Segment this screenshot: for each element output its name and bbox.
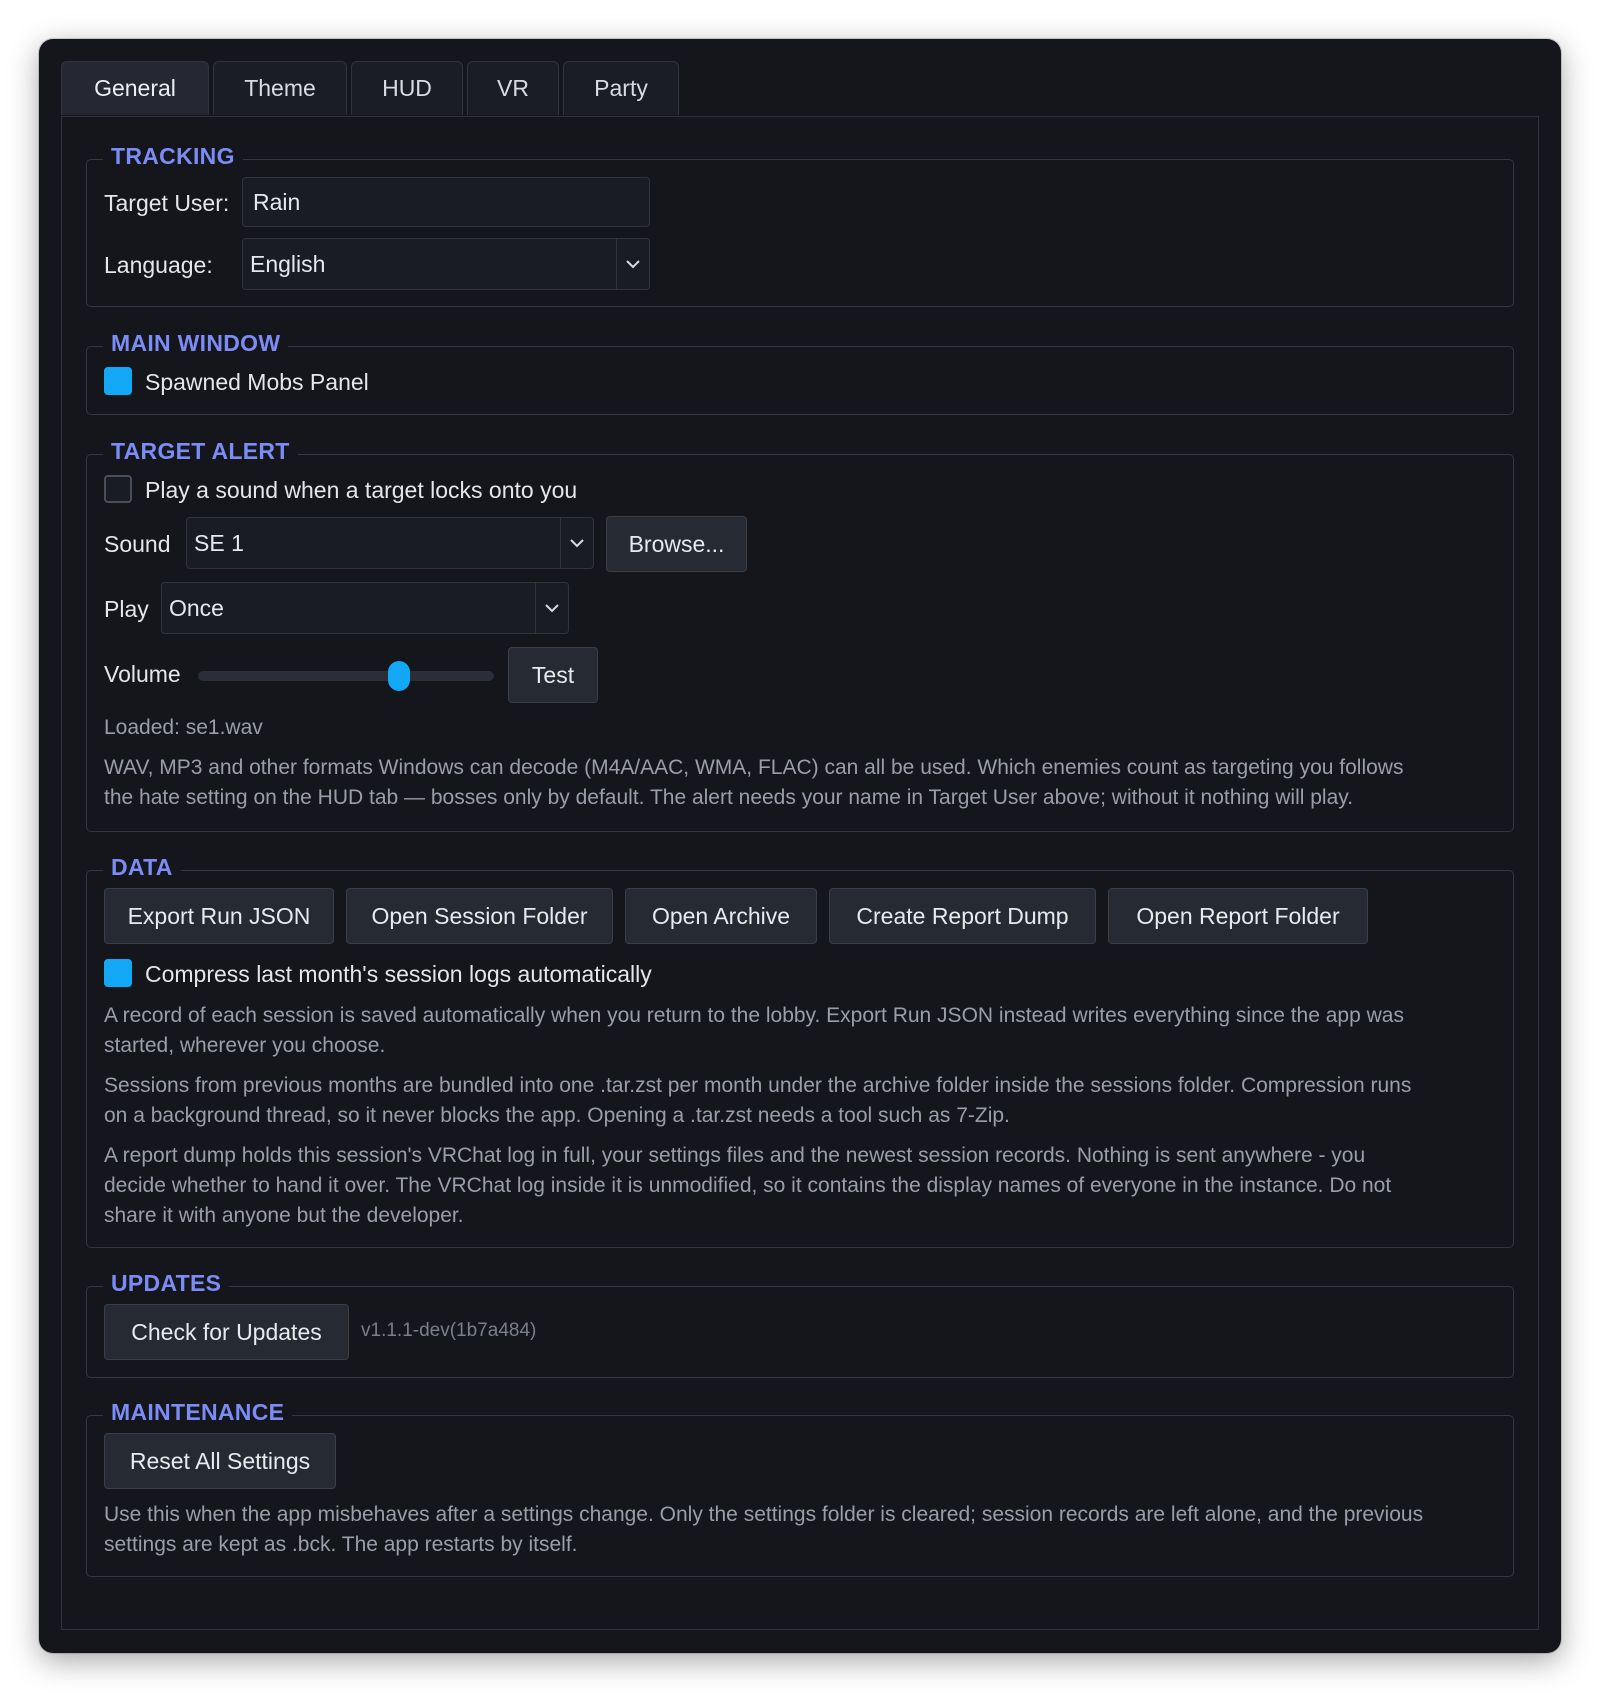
target-user-input[interactable]: Rain	[242, 177, 650, 227]
play-sound-label: Play a sound when a target locks onto yo…	[145, 477, 578, 503]
data-hint-1-line-1: A record of each session is saved automa…	[104, 1004, 1404, 1027]
chevron-down-icon	[560, 518, 593, 568]
volume-label: Volume	[104, 661, 181, 687]
updates-group: UPDATES Check for Updates v1.1.1-dev(1b7…	[86, 1270, 1514, 1378]
language-select-value: English	[250, 250, 326, 277]
tracking-title: TRACKING	[103, 143, 243, 170]
target-user-label: Target User:	[104, 190, 230, 216]
data-hint-3-line-1: A report dump holds this session's VRCha…	[104, 1144, 1366, 1167]
browse-button[interactable]: Browse...	[606, 516, 747, 572]
general-panel: TRACKING Target User: Rain Language: Eng…	[61, 116, 1539, 1630]
tab-general[interactable]: General	[61, 61, 209, 115]
sound-label: Sound	[104, 531, 171, 557]
spawned-mobs-checkbox[interactable]	[104, 367, 132, 395]
main-window-title: MAIN WINDOW	[103, 330, 289, 357]
tracking-group: TRACKING Target User: Rain Language: Eng…	[86, 143, 1514, 307]
loaded-file-text: Loaded: se1.wav	[104, 716, 263, 739]
maintenance-group: MAINTENANCE Reset All Settings Use this …	[86, 1399, 1514, 1577]
language-select[interactable]: English	[242, 238, 650, 290]
maintenance-title: MAINTENANCE	[103, 1399, 293, 1426]
compress-logs-label: Compress last month's session logs autom…	[145, 961, 652, 987]
compress-logs-checkbox[interactable]	[104, 959, 132, 987]
data-group: DATA Export Run JSON Open Session Folder…	[86, 854, 1514, 1248]
play-select[interactable]: Once	[161, 582, 569, 634]
data-hint-1-line-2: started, wherever you choose.	[104, 1034, 386, 1057]
maintenance-hint-line-2: settings are kept as .bck. The app resta…	[104, 1533, 578, 1556]
volume-slider[interactable]	[198, 661, 494, 691]
tab-party[interactable]: Party	[563, 61, 679, 115]
settings-window: General Theme HUD VR Party TRACKING Targ…	[39, 39, 1561, 1653]
spawned-mobs-label: Spawned Mobs Panel	[145, 369, 369, 395]
check-for-updates-button[interactable]: Check for Updates	[104, 1304, 349, 1360]
tab-bar: General Theme HUD VR Party	[61, 61, 679, 117]
reset-all-settings-button[interactable]: Reset All Settings	[104, 1433, 336, 1489]
sound-select-value: SE 1	[194, 529, 244, 556]
main-window-group: MAIN WINDOW Spawned Mobs Panel	[86, 330, 1514, 415]
updates-title: UPDATES	[103, 1270, 230, 1297]
open-session-folder-button[interactable]: Open Session Folder	[346, 888, 613, 944]
language-label: Language:	[104, 252, 213, 278]
tab-hud[interactable]: HUD	[351, 61, 463, 115]
export-run-json-button[interactable]: Export Run JSON	[104, 888, 334, 944]
test-button[interactable]: Test	[508, 647, 598, 703]
data-hint-3-line-2: decide whether to hand it over. The VRCh…	[104, 1174, 1392, 1197]
tab-theme[interactable]: Theme	[213, 61, 347, 115]
target-alert-group: TARGET ALERT Play a sound when a target …	[86, 438, 1514, 832]
data-hint-3-line-3: share it with anyone but the developer.	[104, 1204, 464, 1227]
data-hint-2-line-2: on a background thread, so it never bloc…	[104, 1104, 1010, 1127]
data-title: DATA	[103, 854, 181, 881]
sound-select[interactable]: SE 1	[186, 517, 594, 569]
play-label: Play	[104, 596, 149, 622]
open-report-folder-button[interactable]: Open Report Folder	[1108, 888, 1368, 944]
maintenance-hint-line-1: Use this when the app misbehaves after a…	[104, 1503, 1424, 1526]
volume-slider-thumb[interactable]	[388, 661, 411, 691]
chevron-down-icon	[535, 583, 568, 633]
target-alert-hint-line-2: the hate setting on the HUD tab — bosses…	[104, 786, 1354, 809]
tab-vr[interactable]: VR	[467, 61, 559, 115]
open-archive-button[interactable]: Open Archive	[625, 888, 817, 944]
play-select-value: Once	[169, 594, 224, 621]
data-hint-2-line-1: Sessions from previous months are bundle…	[104, 1074, 1412, 1097]
play-sound-checkbox[interactable]	[104, 475, 132, 503]
target-alert-hint-line-1: WAV, MP3 and other formats Windows can d…	[104, 756, 1404, 779]
chevron-down-icon	[616, 239, 649, 289]
version-text: v1.1.1-dev(1b7a484)	[361, 1320, 537, 1341]
create-report-dump-button[interactable]: Create Report Dump	[829, 888, 1096, 944]
target-alert-title: TARGET ALERT	[103, 438, 298, 465]
